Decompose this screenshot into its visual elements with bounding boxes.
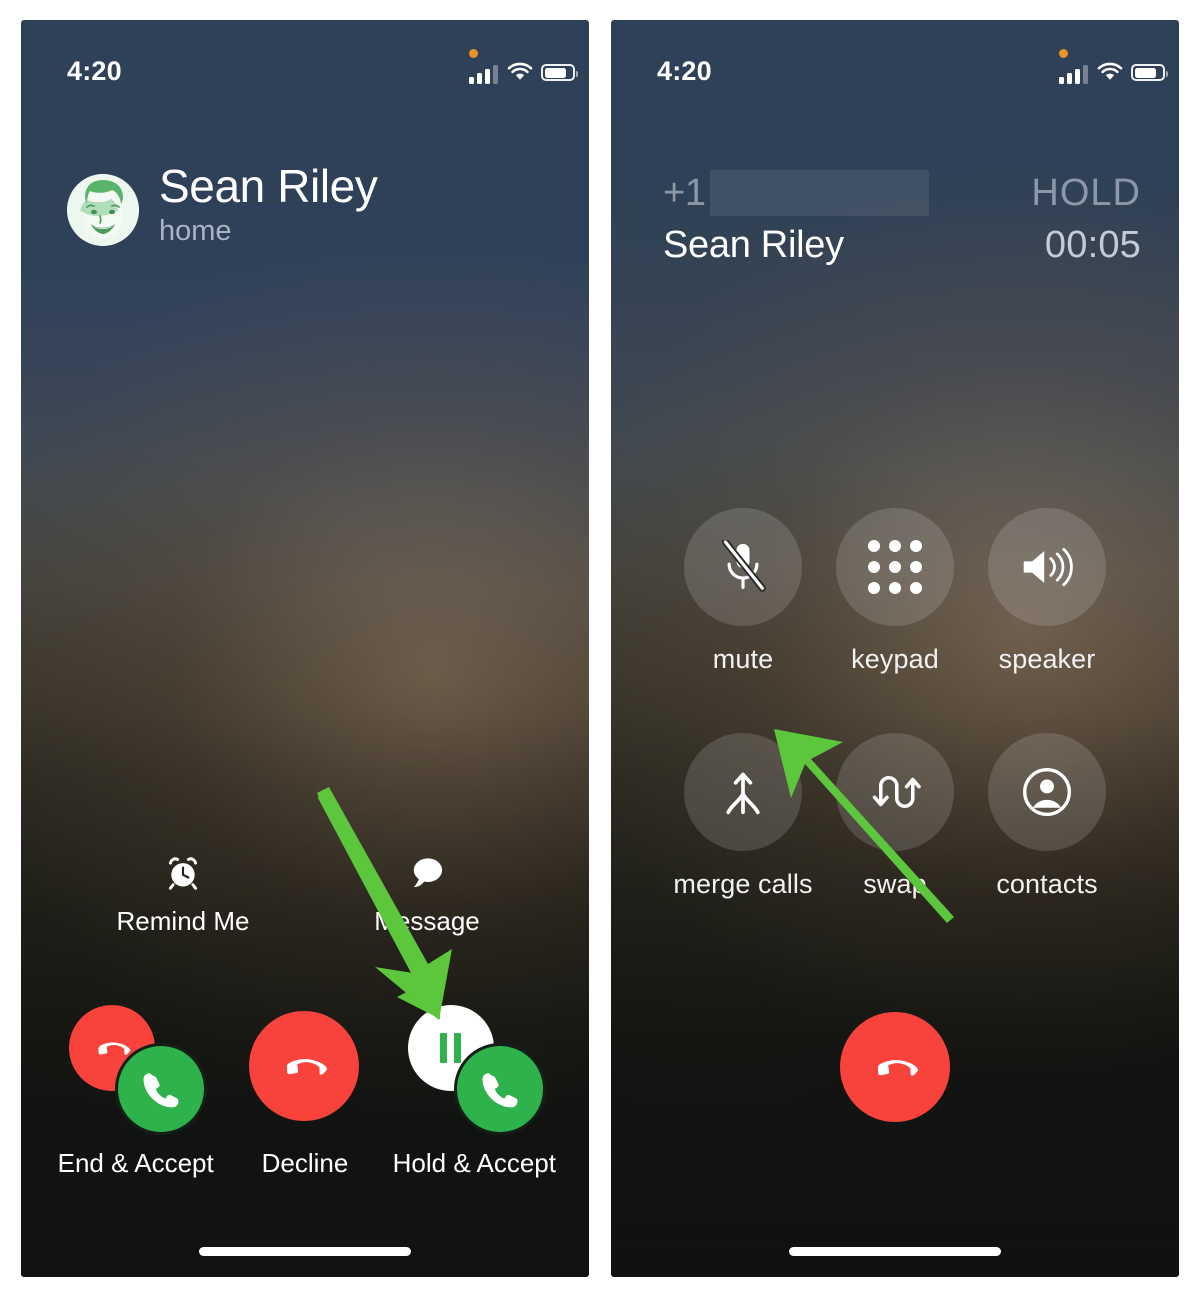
screenshot-canvas: 4:20 Sean Riley home Remind Me Message E… (0, 0, 1200, 1297)
home-indicator[interactable] (789, 1247, 1001, 1256)
status-bar-right: 4:20 (611, 20, 1179, 90)
end-call-icon (840, 1012, 950, 1122)
end-and-accept-button[interactable]: End & Accept (51, 1005, 220, 1179)
swap-calls-icon (836, 733, 954, 851)
cellular-signal-icon (1059, 63, 1089, 84)
answer-call-icon (115, 1043, 208, 1135)
message-label: Message (374, 906, 480, 936)
mute-button[interactable]: mute (667, 508, 819, 675)
remind-me-label: Remind Me (116, 906, 250, 936)
speaker-button[interactable]: speaker (971, 508, 1123, 675)
battery-icon (1131, 64, 1168, 81)
call-line-held[interactable]: +1 HOLD (663, 170, 1141, 224)
secondary-actions: Remind Me Message (63, 852, 547, 937)
answer-call-icon (453, 1043, 546, 1135)
swap-button[interactable]: swap (819, 733, 971, 900)
keypad-dots-icon (836, 508, 954, 626)
decline-call-icon (249, 1011, 360, 1121)
hold-and-accept-label: Hold & Accept (392, 1148, 556, 1178)
status-clock: 4:20 (67, 56, 122, 86)
mute-microphone-icon (684, 508, 802, 626)
wifi-icon (1097, 62, 1123, 83)
call-controls-grid: mute keypad speaker merge calls swap con… (667, 508, 1123, 900)
contacts-label: contacts (996, 869, 1098, 899)
microphone-in-use-dot-icon (469, 49, 478, 58)
microphone-in-use-dot-icon (1059, 49, 1068, 58)
hold-and-accept-button[interactable]: Hold & Accept (390, 1005, 559, 1179)
contact-avatar (67, 174, 139, 246)
call-lines: +1 HOLD Sean Riley 00:05 (663, 170, 1141, 278)
keypad-button[interactable]: keypad (819, 508, 971, 675)
alarm-clock-icon (165, 852, 201, 894)
remind-me-button[interactable]: Remind Me (63, 852, 303, 937)
answer-options-row: End & Accept Decline Hold & Accept (51, 1005, 559, 1179)
speaker-icon (988, 508, 1106, 626)
end-call-button[interactable] (611, 1012, 1179, 1122)
hold-status-badge: HOLD (1031, 171, 1141, 214)
contacts-button[interactable]: contacts (971, 733, 1123, 900)
merge-calls-button[interactable]: merge calls (667, 733, 819, 900)
call-duration-timer: 00:05 (1044, 224, 1141, 266)
caller-name: Sean Riley (159, 160, 378, 212)
decline-button[interactable]: Decline (220, 1005, 389, 1179)
speaker-label: speaker (998, 644, 1096, 674)
call-line-active[interactable]: Sean Riley 00:05 (663, 224, 1141, 278)
message-button[interactable]: Message (307, 852, 547, 937)
swap-label: swap (863, 869, 927, 899)
phone-screen-incoming-call: 4:20 Sean Riley home Remind Me Message E… (21, 20, 589, 1277)
contacts-person-icon (988, 733, 1106, 851)
decline-label: Decline (261, 1148, 349, 1178)
battery-icon (541, 64, 578, 81)
wifi-icon (507, 62, 533, 83)
caller-label: home (159, 215, 232, 248)
active-caller-name: Sean Riley (663, 224, 844, 266)
held-number-prefix: +1 (663, 171, 706, 214)
merge-calls-icon (684, 733, 802, 851)
keypad-label: keypad (851, 644, 939, 674)
merge-calls-label: merge calls (673, 869, 813, 899)
home-indicator[interactable] (199, 1247, 411, 1256)
cellular-signal-icon (469, 63, 499, 84)
status-bar-left: 4:20 (21, 20, 589, 90)
mute-label: mute (712, 644, 774, 674)
caller-identity: Sean Riley home (67, 160, 378, 248)
end-and-accept-label: End & Accept (57, 1148, 214, 1178)
status-clock: 4:20 (657, 56, 712, 86)
phone-screen-in-call: 4:20 +1 HOLD Sean Riley 00:05 mute keypa… (611, 20, 1179, 1277)
speech-bubble-icon (408, 852, 446, 894)
redacted-phone-number (709, 170, 929, 216)
